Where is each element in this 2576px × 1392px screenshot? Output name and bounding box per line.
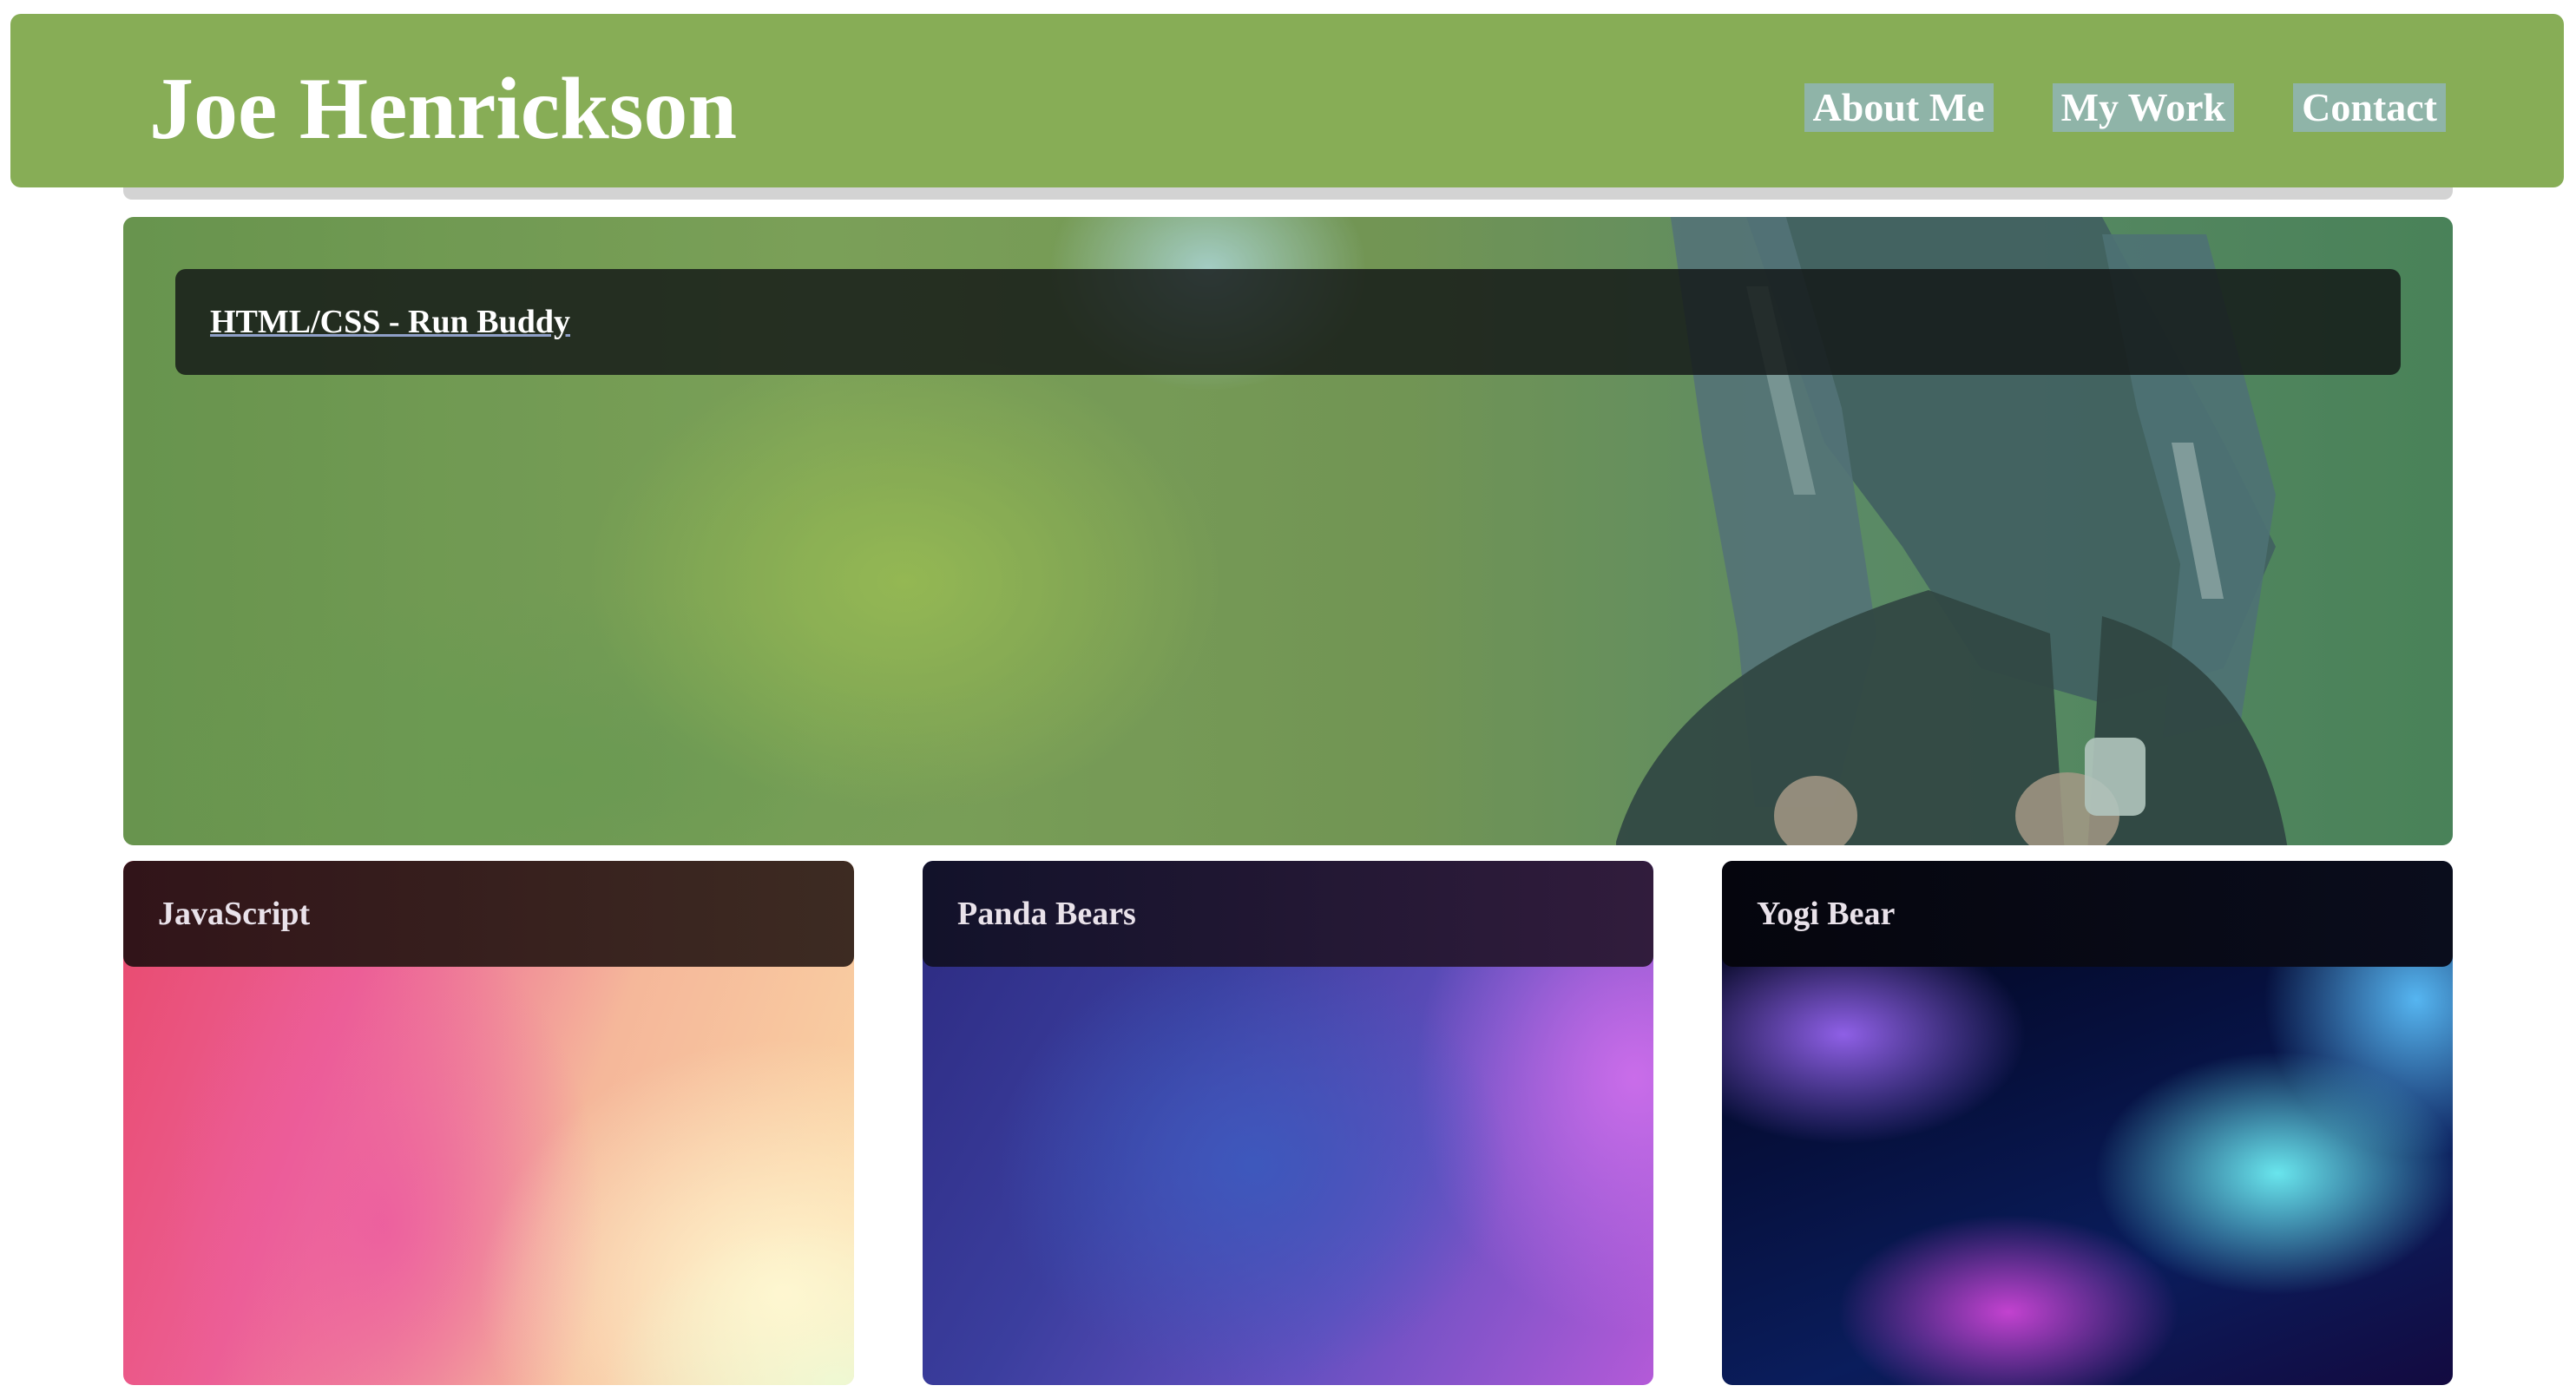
featured-project-card[interactable]: HTML/CSS - Run Buddy [123,217,2453,845]
nav-link-my-work[interactable]: My Work [2052,83,2235,132]
card-title[interactable]: Yogi Bear [1757,894,1895,934]
project-card-javascript[interactable]: JavaScript [123,861,854,1385]
nav-link-about-me[interactable]: About Me [1804,83,1994,132]
card-title-bar: Yogi Bear [1722,861,2453,967]
site-header: Joe Henrickson About Me My Work Contact [10,14,2564,187]
project-card-yogi-bear[interactable]: Yogi Bear [1722,861,2453,1385]
header-underline-bar [123,187,2453,200]
main-nav: About Me My Work Contact [1804,83,2446,132]
card-title-bar: JavaScript [123,861,854,967]
card-title[interactable]: Panda Bears [957,894,1136,934]
card-title[interactable]: JavaScript [158,894,310,934]
hero-project-link[interactable]: HTML/CSS - Run Buddy [210,302,570,342]
nav-link-contact[interactable]: Contact [2293,83,2446,132]
hero-title-bar: HTML/CSS - Run Buddy [175,269,2401,375]
card-title-bar: Panda Bears [923,861,1653,967]
site-title: Joe Henrickson [149,60,738,158]
project-card-panda-bears[interactable]: Panda Bears [923,861,1653,1385]
